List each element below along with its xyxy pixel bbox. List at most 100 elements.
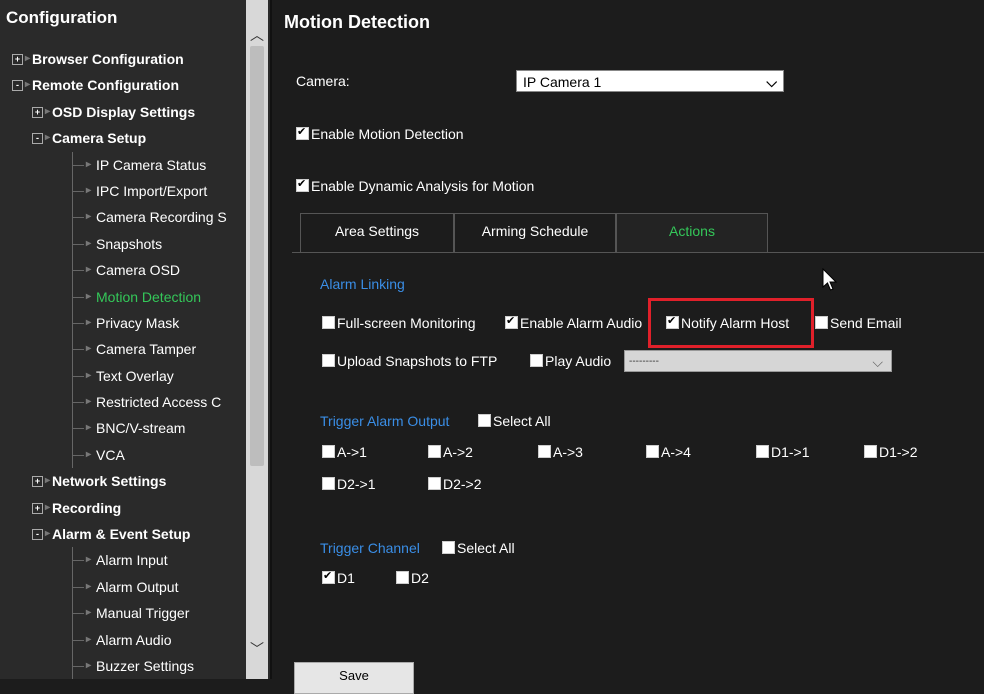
output-option[interactable]: A->2	[428, 444, 473, 460]
output-checkbox[interactable]	[864, 445, 877, 458]
tree-item[interactable]: ▸ Buzzer Settings	[0, 652, 246, 679]
expand-icon[interactable]: +	[32, 502, 43, 514]
tree-item[interactable]: - ▸ Remote Configuration	[0, 72, 246, 98]
tree-item[interactable]: + ▸ OSD Display Settings	[0, 99, 246, 125]
camera-select[interactable]: IP Camera 1 ⌵	[516, 70, 784, 92]
output-option[interactable]: A->4	[646, 444, 691, 460]
alarm-audio-checkbox[interactable]	[505, 314, 518, 329]
collapse-icon[interactable]: -	[32, 133, 43, 145]
tab-area-settings[interactable]: Area Settings	[300, 213, 454, 253]
play-audio-checkbox[interactable]	[530, 354, 543, 367]
output-checkbox[interactable]	[428, 477, 441, 490]
enable-motion-checkbox[interactable]	[296, 125, 309, 140]
scrollbar-thumb[interactable]	[250, 46, 264, 466]
arrow-right-icon: ▸	[25, 79, 31, 91]
arrow-right-icon: ▸	[86, 211, 92, 223]
channel-d2[interactable]: D2	[396, 570, 429, 586]
tree-item[interactable]: ▸ Alarm Audio	[0, 626, 246, 653]
tree-item[interactable]: - ▸ Camera Setup	[0, 125, 246, 151]
arrow-right-icon: ▸	[86, 369, 92, 381]
tree-item[interactable]: ▸ Camera Recording S	[0, 204, 246, 231]
tree-item[interactable]: ▸ Camera Tamper	[0, 336, 246, 363]
scroll-up-icon[interactable]: ︿	[248, 26, 266, 44]
output-option[interactable]: D1->1	[756, 444, 810, 460]
arrow-right-icon: ▸	[25, 53, 31, 64]
output-option[interactable]: D1->2	[864, 444, 918, 460]
channel-d2-checkbox[interactable]	[396, 571, 409, 584]
tree-item[interactable]: + ▸ Browser Configuration	[0, 46, 246, 72]
output-option[interactable]: D2->1	[322, 476, 376, 492]
select-all-checkbox[interactable]	[442, 541, 455, 554]
tree-item[interactable]: ▸ Motion Detection	[0, 283, 246, 310]
mouse-cursor-icon	[822, 268, 838, 291]
select-all-checkbox[interactable]	[478, 414, 491, 427]
tree-item[interactable]: ▸ VCA	[0, 441, 246, 469]
scroll-down-icon[interactable]: ﹀	[248, 640, 266, 658]
tree-item[interactable]: - ▸ Alarm & Event Setup	[0, 521, 246, 547]
highlight-box	[648, 298, 814, 348]
send-email-label: Send Email	[830, 315, 902, 331]
tree-item[interactable]: ▸ Restricted Access C	[0, 389, 246, 416]
trigger-output-title: Trigger Alarm Output	[320, 413, 450, 429]
trigger-output-select-all[interactable]: Select All	[478, 413, 551, 429]
collapse-icon[interactable]: -	[32, 529, 43, 541]
play-audio-row[interactable]: Play Audio	[530, 353, 611, 369]
tree-item[interactable]: ▸ Manual Trigger	[0, 600, 246, 627]
audio-file-select[interactable]: --------- ⌵	[624, 350, 892, 372]
channel-d1-label: D1	[337, 570, 355, 586]
tree-item-label: Alarm Input	[96, 552, 168, 569]
expand-icon[interactable]: +	[12, 54, 23, 65]
tree-item-label: Camera Setup	[52, 130, 147, 147]
full-screen-row[interactable]: Full-screen Monitoring	[322, 315, 476, 331]
config-sidebar: Configuration + ▸ Browser Configuration - ▸ R…	[0, 0, 272, 679]
full-screen-checkbox[interactable]	[322, 316, 335, 329]
enable-dynamic-row[interactable]: Enable Dynamic Analysis for Motion	[296, 177, 534, 194]
output-checkbox[interactable]	[646, 445, 659, 458]
tree-item[interactable]: ▸ Privacy Mask	[0, 309, 246, 337]
enable-dynamic-checkbox[interactable]	[296, 177, 309, 192]
upload-ftp-checkbox[interactable]	[322, 354, 335, 367]
tree-line	[72, 560, 84, 562]
output-checkbox[interactable]	[322, 477, 335, 490]
alarm-audio-label: Enable Alarm Audio	[520, 315, 643, 331]
output-label: A->4	[661, 444, 691, 460]
collapse-icon[interactable]: -	[12, 80, 23, 92]
trigger-channel-select-all[interactable]: Select All	[442, 540, 515, 556]
tree-item[interactable]: ▸ BNC/V-stream	[0, 415, 246, 442]
tree-item[interactable]: ▸ Camera OSD	[0, 257, 246, 284]
tab-actions[interactable]: Actions	[616, 213, 768, 253]
output-option[interactable]: A->3	[538, 444, 583, 460]
output-checkbox[interactable]	[756, 445, 769, 458]
send-email-row[interactable]: Send Email	[815, 315, 902, 331]
alarm-audio-row[interactable]: Enable Alarm Audio	[505, 314, 643, 331]
arrow-right-icon: ▸	[86, 422, 92, 434]
enable-motion-row[interactable]: Enable Motion Detection	[296, 125, 464, 142]
sidebar-scrollbar[interactable]: ︿ ﹀	[246, 0, 268, 679]
tree-item-label: Privacy Mask	[96, 314, 180, 331]
tree-item[interactable]: + ▸ Recording	[0, 495, 246, 521]
output-checkbox[interactable]	[428, 445, 441, 458]
expand-icon[interactable]: +	[32, 106, 43, 118]
tree-item[interactable]: ▸ Snapshots	[0, 230, 246, 258]
tree-item[interactable]: ▸ IPC Import/Export	[0, 177, 246, 205]
upload-ftp-row[interactable]: Upload Snapshots to FTP	[322, 353, 497, 369]
tree-item[interactable]: ▸ Alarm Input	[0, 547, 246, 574]
expand-icon[interactable]: +	[32, 476, 43, 488]
output-checkbox[interactable]	[538, 445, 551, 458]
channel-d1[interactable]: D1	[322, 569, 355, 586]
tree-item-label: OSD Display Settings	[52, 103, 196, 120]
tree-item[interactable]: ▸ IP Camera Status	[0, 151, 246, 178]
output-option[interactable]: A->1	[322, 444, 367, 460]
arrow-right-icon: ▸	[45, 132, 51, 144]
arrow-right-icon: ▸	[86, 343, 92, 355]
channel-d1-checkbox[interactable]	[322, 569, 335, 584]
tree-item[interactable]: ▸ Alarm Output	[0, 573, 246, 601]
camera-select-value: IP Camera 1	[523, 74, 602, 90]
output-option[interactable]: D2->2	[428, 476, 482, 492]
output-checkbox[interactable]	[322, 445, 335, 458]
send-email-checkbox[interactable]	[815, 316, 828, 329]
tab-arming-schedule[interactable]: Arming Schedule	[454, 213, 616, 253]
tree-item[interactable]: + ▸ Network Settings	[0, 468, 246, 494]
tree-item[interactable]: ▸ Text Overlay	[0, 362, 246, 390]
save-button[interactable]: Save	[294, 662, 414, 694]
